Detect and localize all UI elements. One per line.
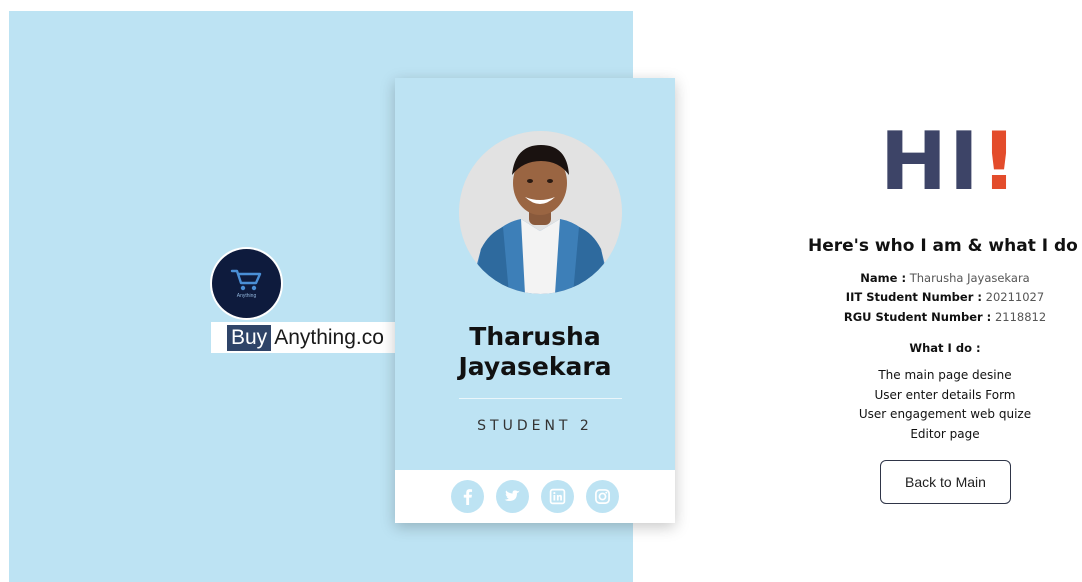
what-i-do-item: Editor page [910,427,980,441]
brand-name-rest: Anything.co [274,325,384,349]
profile-name-line1: Tharusha [469,322,601,351]
cart-icon [230,269,261,291]
instagram-icon [595,489,610,504]
info-rgu-row: RGU Student Number : 2118812 [800,310,1082,324]
social-links [395,470,675,523]
info-name-value: Tharusha Jayasekara [909,271,1030,285]
brand-logo[interactable]: Anything [212,249,281,318]
info-iit-value: 20211027 [985,290,1045,304]
back-to-main-button[interactable]: Back to Main [880,460,1011,504]
profile-photo [459,131,622,294]
hi-heading: HI! [880,122,1019,202]
profile-role: STUDENT 2 [477,418,593,434]
profile-card: Tharusha Jayasekara STUDENT 2 [395,78,675,523]
info-rgu-value: 2118812 [994,310,1047,324]
profile-name: Tharusha Jayasekara [395,322,675,382]
card-divider [459,398,622,399]
hi-letters: HI [880,115,981,208]
instagram-link[interactable] [586,480,619,513]
what-i-do-item: User enter details Form [874,388,1016,402]
what-i-do-item: User engagement web quize [858,407,1032,421]
brand-logo-text: Anything [236,293,257,299]
twitter-icon [504,490,520,501]
brand-name[interactable]: Buy Anything.co [211,322,396,353]
profile-name-line2: Jayasekara [458,352,612,381]
what-i-do-title: What I do : [909,341,981,355]
intro-headline: Here's who I am & what I do [808,236,1078,256]
twitter-link[interactable] [496,480,529,513]
brand-name-buy: Buy [227,324,272,351]
facebook-link[interactable] [451,480,484,513]
linkedin-link[interactable] [541,480,574,513]
facebook-icon [463,489,473,505]
info-iit-label: IIT Student Number : [845,290,982,304]
info-iit-row: IIT Student Number : 20211027 [800,290,1082,304]
info-name-label: Name : [860,271,907,285]
info-rgu-label: RGU Student Number : [843,310,992,324]
hi-exclamation: ! [980,115,1020,208]
what-i-do-item: The main page desine [878,368,1012,382]
linkedin-icon [549,488,566,505]
info-name-row: Name : Tharusha Jayasekara [800,271,1082,285]
